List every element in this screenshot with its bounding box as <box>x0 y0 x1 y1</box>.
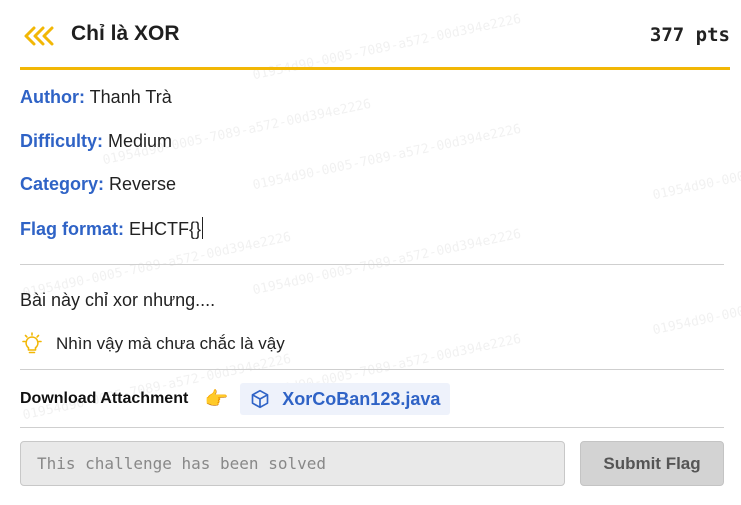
download-row: Download Attachment 👉 XorCoBan123.java <box>20 382 451 416</box>
author-label: Author: <box>20 87 85 107</box>
author-row: Author: Thanh Trà <box>20 87 172 108</box>
text-cursor <box>202 217 204 239</box>
challenge-title: Chỉ là XOR <box>71 22 180 45</box>
watermark: 01954d90-0005-7089-a572-00d394e2226 0195… <box>0 0 741 505</box>
hint-text: Nhìn vậy mà chưa chắc là vậy <box>56 334 285 353</box>
submit-flag-button[interactable]: Submit Flag <box>580 441 724 486</box>
difficulty-label: Difficulty: <box>20 131 103 151</box>
attachment-link[interactable]: XorCoBan123.java <box>240 383 451 415</box>
watermark-text: 01954d90-0005-7089-a572-00d394e2226 <box>651 266 741 339</box>
download-label: Download Attachment <box>20 390 189 407</box>
challenge-header: Chỉ là XOR 377 pts <box>20 0 730 70</box>
difficulty-value: Medium <box>108 131 173 151</box>
flag-input[interactable] <box>20 441 565 486</box>
attachment-filename[interactable]: XorCoBan123.java <box>282 389 440 410</box>
divider <box>20 427 724 428</box>
watermark-text: 01954d90-0005-7089-a572-00d394e2226 <box>651 131 741 204</box>
author-value: Thanh Trà <box>89 87 172 107</box>
watermark-text: 01954d90-0005-7089-a572-00d394e2226 <box>251 226 523 299</box>
challenge-description: Bài này chỉ xor nhưng.... <box>20 290 216 310</box>
category-label: Category: <box>20 174 105 194</box>
cube-icon <box>251 389 269 409</box>
difficulty-row: Difficulty: Medium <box>20 131 172 152</box>
flag-format-label: Flag format: <box>20 219 125 239</box>
category-value: Reverse <box>109 174 177 194</box>
lightbulb-icon <box>22 332 42 354</box>
chevrons-left-icon[interactable] <box>22 24 58 48</box>
flag-format-value: EHCTF{} <box>129 219 202 239</box>
divider <box>20 369 724 370</box>
hint-row: Nhìn vậy mà chưa chắc là vậy <box>20 330 285 358</box>
divider <box>20 264 724 265</box>
flag-format-row: Flag format: EHCTF{} <box>20 217 204 240</box>
category-row: Category: Reverse <box>20 174 176 195</box>
pointing-hand-icon: 👉 <box>204 389 229 410</box>
watermark-text: 01954d90-0005-7089-a572-00d394e2226 <box>251 121 523 194</box>
challenge-points: 377 pts <box>649 24 730 46</box>
